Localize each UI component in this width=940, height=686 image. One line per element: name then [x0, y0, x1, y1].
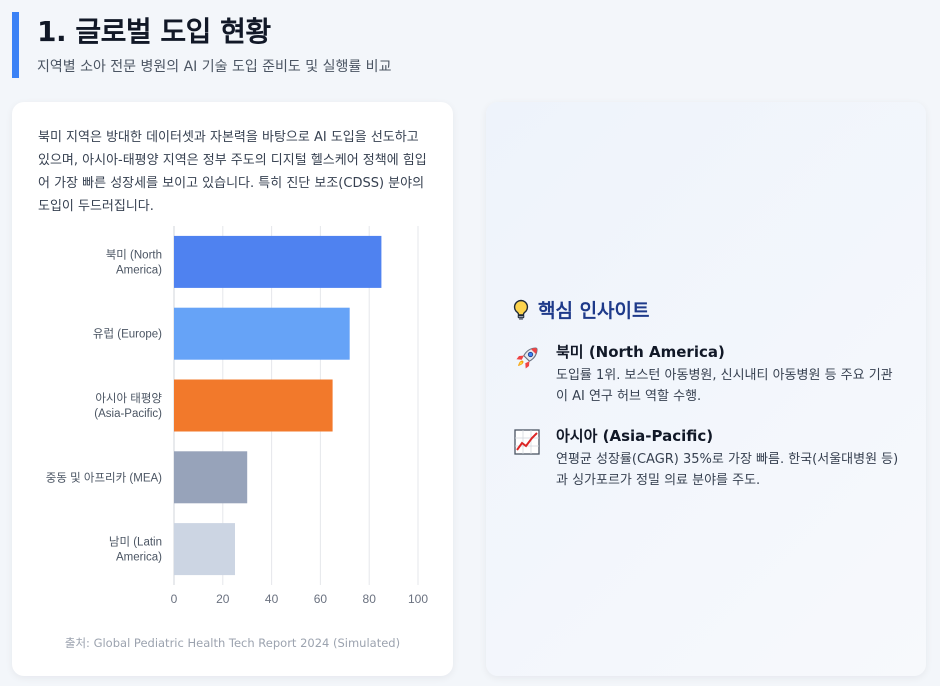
category-label: America) — [116, 264, 162, 276]
category-label: (Asia-Pacific) — [94, 408, 162, 420]
insight-list: 핵심 인사이트 북미 (North America) 도입률 1위. 보스턴 아… — [512, 296, 902, 491]
x-tick-label: 20 — [216, 592, 230, 606]
adoption-chart-card: 북미 지역은 방대한 데이터셋과 자본력을 바탕으로 AI 도입을 선도하고 있… — [12, 102, 453, 676]
insight-card: 핵심 인사이트 북미 (North America) 도입률 1위. 보스턴 아… — [486, 102, 926, 676]
insight-item-north-america: 북미 (North America) 도입률 1위. 보스턴 아동병원, 신시내… — [512, 341, 902, 407]
bar — [174, 523, 235, 576]
x-tick-label: 40 — [265, 592, 279, 606]
bar — [174, 451, 248, 504]
bar — [174, 235, 382, 288]
chart-increasing-icon — [514, 429, 540, 455]
chart-source: 출처: Global Pediatric Health Tech Report … — [64, 636, 401, 650]
insight-title: 핵심 인사이트 — [512, 296, 902, 323]
insight-heading: 아시아 (Asia-Pacific) — [556, 427, 714, 445]
category-label: 북미 (North — [106, 248, 162, 261]
category-label: 아시아 태평양 — [95, 392, 162, 405]
x-tick-label: 60 — [314, 592, 328, 606]
category-label: America) — [116, 552, 162, 564]
page-subtitle: 지역별 소아 전문 병원의 AI 기술 도입 준비도 및 실행률 비교 — [37, 59, 392, 75]
insight-heading: 북미 (North America) — [556, 343, 725, 361]
bar — [174, 379, 333, 432]
page-title: 1. 글로벌 도입 현황 — [37, 15, 271, 48]
category-label: 유럽 (Europe) — [93, 327, 162, 341]
rocket-icon — [516, 347, 538, 369]
x-tick-label: 80 — [363, 592, 377, 606]
insight-title-text: 핵심 인사이트 — [538, 300, 650, 322]
lightbulb-icon — [513, 299, 529, 320]
insight-text: 연평균 성장률(CAGR) 35%로 가장 빠름. 한국(서울대병원 등)과 싱… — [556, 452, 899, 488]
insight-text: 도입률 1위. 보스턴 아동병원, 신시내티 아동병원 등 주요 기관이 AI … — [556, 368, 893, 404]
insight-item-asia-pacific: 아시아 (Asia-Pacific) 연평균 성장률(CAGR) 35%로 가장… — [512, 425, 902, 491]
adoption-bar-chart: 0 20 40 60 80 100 북미 (North America) 유럽 (Europe)… — [46, 226, 428, 606]
page-header: 1. 글로벌 도입 현황 지역별 소아 전문 병원의 AI 기술 도입 준비도 … — [12, 12, 391, 78]
category-label: 남미 (Latin — [109, 536, 162, 549]
region-description: 북미 지역은 방대한 데이터셋과 자본력을 바탕으로 AI 도입을 선도하고 있… — [38, 130, 427, 214]
x-tick-label: 100 — [408, 592, 428, 606]
x-tick-label: 0 — [171, 592, 178, 606]
category-label: 중동 및 아프리카 (MEA) — [46, 471, 162, 484]
bar — [174, 307, 350, 360]
